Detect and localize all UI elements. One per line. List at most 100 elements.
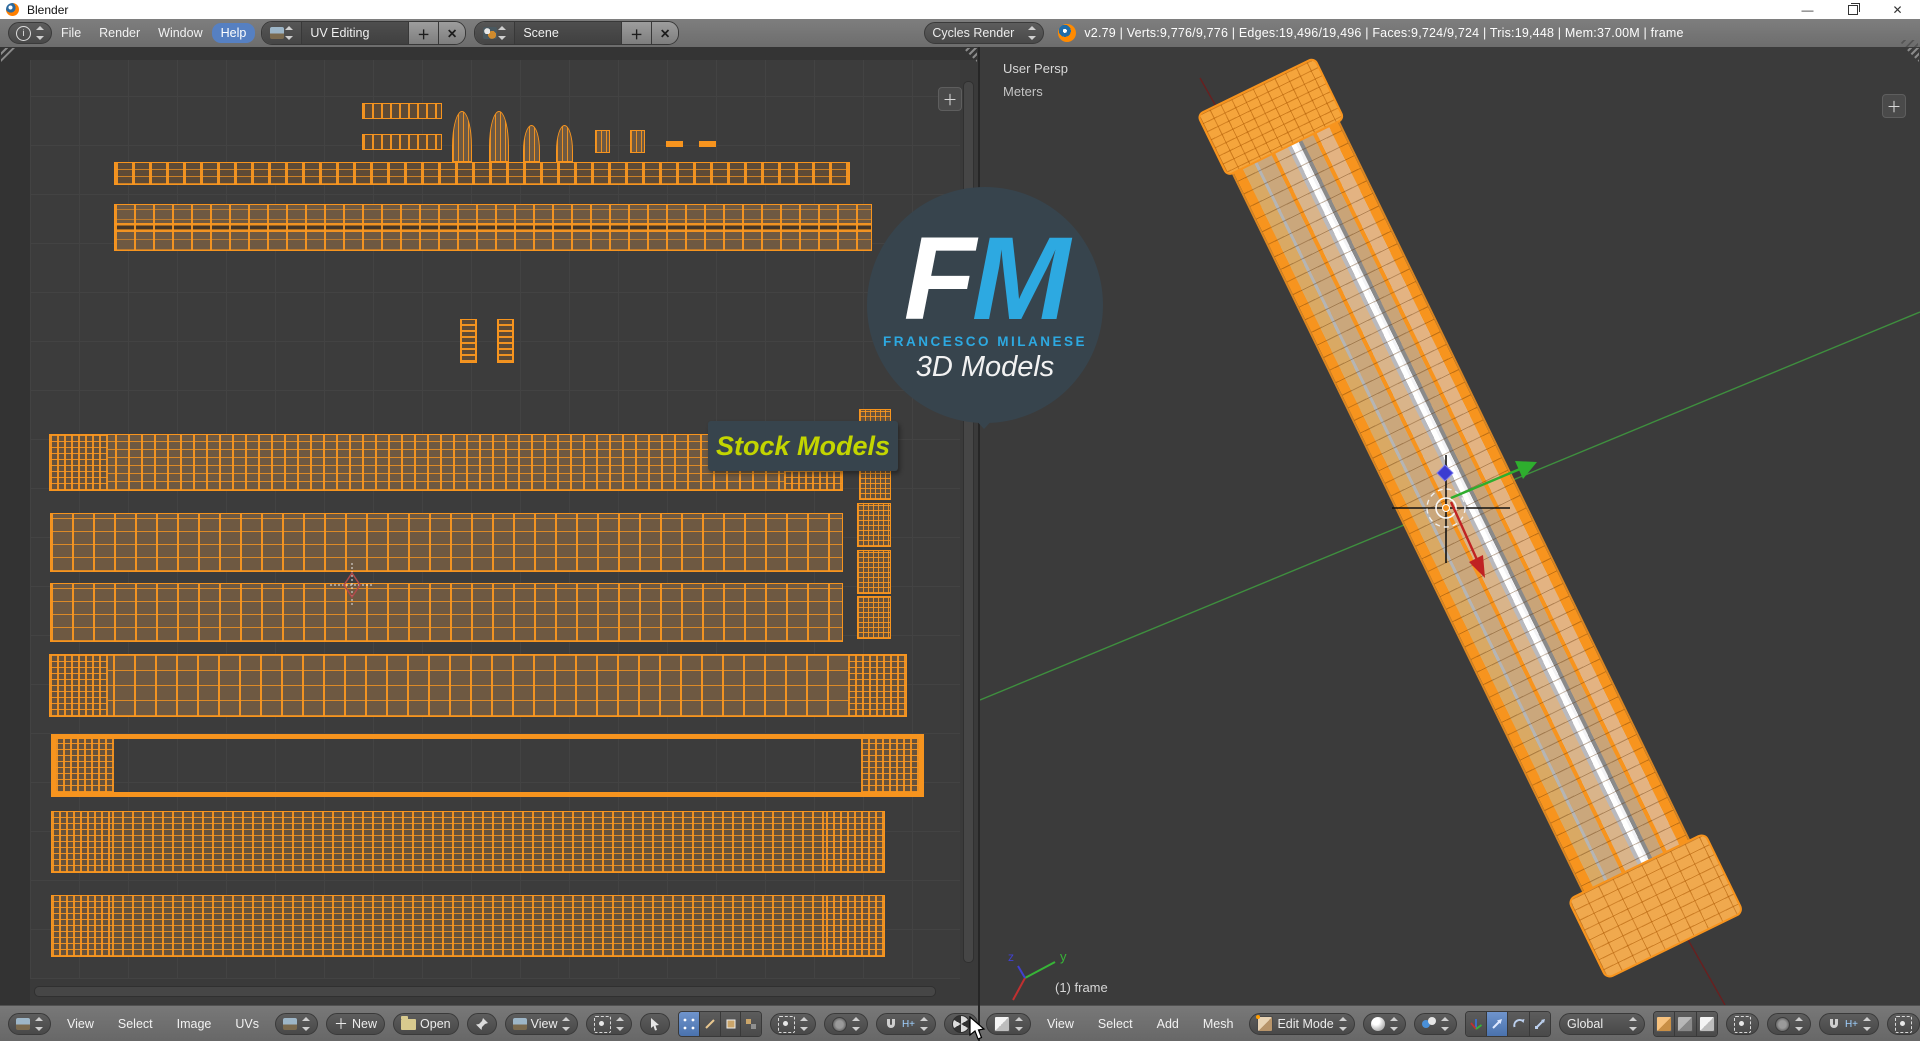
uv-menu-image[interactable]: Image: [169, 1017, 220, 1031]
scene-browse-button[interactable]: [475, 22, 516, 44]
image-new-button[interactable]: ＋ New: [326, 1013, 386, 1035]
horizontal-scrollbar[interactable]: [34, 986, 936, 997]
uv-menu-view[interactable]: View: [59, 1017, 102, 1031]
v3d-menu-select[interactable]: Select: [1090, 1017, 1141, 1031]
uv-island[interactable]: [857, 596, 891, 639]
uv-menu-select[interactable]: Select: [110, 1017, 161, 1031]
uv-island[interactable]: [51, 734, 924, 797]
manipulator-rotate-button[interactable]: [1508, 1012, 1530, 1036]
proportional-edit-dropdown[interactable]: [1766, 1013, 1811, 1035]
editor-type-selector-3d[interactable]: [986, 1013, 1031, 1035]
editor-type-selector-uv[interactable]: [8, 1013, 51, 1035]
manipulator-scale-button[interactable]: [1529, 1012, 1550, 1036]
dropdown-arrows-icon: [799, 1017, 808, 1031]
uv-island[interactable]: [630, 130, 645, 153]
editor-type-info-button[interactable]: i: [8, 22, 52, 44]
uv-view-dropdown[interactable]: View: [504, 1013, 579, 1035]
uv-island[interactable]: [857, 550, 891, 594]
restore-button[interactable]: [1830, 0, 1875, 19]
viewport-shading-dropdown[interactable]: [1362, 1013, 1406, 1035]
uv-island[interactable]: [50, 513, 843, 572]
viewport-3d[interactable]: User Persp Meters y x z (1) frame ＋: [980, 47, 1920, 1005]
uv-properties-panel-toggle[interactable]: ＋: [938, 87, 962, 111]
select-mode-island-button[interactable]: [741, 1012, 761, 1036]
snap-element-icon: H+: [1844, 1018, 1858, 1030]
uv-island[interactable]: [49, 654, 907, 717]
uv-island[interactable]: [699, 141, 716, 147]
uv-island[interactable]: [857, 503, 891, 547]
v3d-menu-add[interactable]: Add: [1149, 1017, 1187, 1031]
menu-render[interactable]: Render: [90, 26, 149, 40]
menu-file[interactable]: File: [52, 26, 90, 40]
menu-window[interactable]: Window: [149, 26, 211, 40]
uv-island[interactable]: [50, 583, 843, 642]
scene-name-field[interactable]: Scene: [515, 22, 623, 44]
snap-element-icon: H+: [901, 1018, 915, 1030]
limit-selection-visible-button[interactable]: [1725, 1013, 1759, 1035]
uv-island[interactable]: [489, 111, 509, 162]
translate-y-arrow-icon: [1450, 467, 1521, 500]
face-select-button[interactable]: [1696, 1012, 1717, 1036]
uv-island[interactable]: [51, 811, 885, 873]
edge-select-button[interactable]: [1675, 1012, 1697, 1036]
vertex-select-button[interactable]: [1653, 1012, 1676, 1036]
menu-help[interactable]: Help: [211, 23, 256, 43]
mode-label: Edit Mode: [1277, 1017, 1334, 1031]
uv-island[interactable]: [114, 204, 872, 251]
uv-island[interactable]: [114, 162, 850, 185]
render-engine-selector[interactable]: Cycles Render: [924, 22, 1045, 44]
display-channels-dropdown[interactable]: [586, 1013, 633, 1035]
uv-island[interactable]: [556, 125, 573, 162]
manipulator-overlay: [1392, 455, 1537, 578]
manipulator-toggle-button[interactable]: [1465, 1012, 1488, 1036]
close-button[interactable]: ✕: [1875, 0, 1920, 19]
image-editor-icon: [16, 1018, 30, 1030]
minimize-button[interactable]: —: [1785, 0, 1830, 19]
pivot-point-dropdown[interactable]: [1413, 1013, 1457, 1035]
select-mode-vertex-button[interactable]: [679, 1012, 701, 1036]
interaction-mode-dropdown[interactable]: Edit Mode: [1249, 1013, 1355, 1035]
uv-image-editor[interactable]: ＋: [0, 47, 978, 1005]
scene-add-button[interactable]: ＋: [622, 22, 652, 44]
dropdown-arrows-icon: [1027, 26, 1037, 40]
v3d-menu-mesh[interactable]: Mesh: [1195, 1017, 1242, 1031]
uv-snap-dropdown[interactable]: H+: [875, 1013, 936, 1035]
uv-island-dense-end: [861, 739, 919, 792]
dropdown-arrows-icon: [1014, 1017, 1023, 1031]
uv-island[interactable]: [452, 111, 472, 162]
uv-island[interactable]: [497, 319, 514, 363]
layout-browse-button[interactable]: [262, 22, 303, 44]
uv-menu-uvs[interactable]: UVs: [227, 1017, 267, 1031]
uv-island[interactable]: [595, 130, 610, 153]
uv-island[interactable]: [460, 319, 477, 363]
uv-island[interactable]: [51, 895, 885, 957]
scene-delete-button[interactable]: ✕: [651, 22, 679, 44]
image-browse-dropdown[interactable]: [275, 1013, 318, 1035]
uv-island[interactable]: [666, 141, 683, 147]
info-header: i File Render Window Help UV Editing ＋ ✕…: [0, 19, 1920, 60]
island-mode-icon: [746, 1019, 757, 1029]
image-open-button[interactable]: Open: [393, 1013, 459, 1035]
magnet-icon: [1829, 1019, 1838, 1028]
manipulator-translate-button[interactable]: [1487, 1012, 1509, 1036]
uv-proportional-edit-dropdown[interactable]: [823, 1013, 868, 1035]
select-mode-edge-button[interactable]: [700, 1012, 721, 1036]
uv-island[interactable]: [362, 103, 442, 119]
uv-island[interactable]: [523, 125, 540, 162]
transform-orientation-dropdown[interactable]: Global: [1558, 1013, 1645, 1035]
select-mode-face-button[interactable]: [720, 1012, 742, 1036]
v3d-menu-view[interactable]: View: [1039, 1017, 1082, 1031]
snap-target-button[interactable]: [1887, 1013, 1920, 1035]
image-icon: [283, 1018, 297, 1030]
open-button-label: Open: [420, 1017, 451, 1031]
layout-add-button[interactable]: ＋: [409, 22, 439, 44]
layout-name-field[interactable]: UV Editing: [302, 22, 410, 44]
scene-stats: v2.79 | Verts:9,776/9,776 | Edges:19,496…: [1084, 26, 1684, 40]
pin-toggle-button[interactable]: [466, 1013, 497, 1035]
layout-delete-button[interactable]: ✕: [438, 22, 466, 44]
sticky-selection-dropdown[interactable]: [769, 1013, 816, 1035]
uv-sync-selection-toggle[interactable]: [640, 1013, 671, 1035]
viewport-editor-icon: [994, 1016, 1010, 1032]
uv-island[interactable]: [362, 134, 442, 150]
snap-dropdown[interactable]: H+: [1818, 1013, 1879, 1035]
